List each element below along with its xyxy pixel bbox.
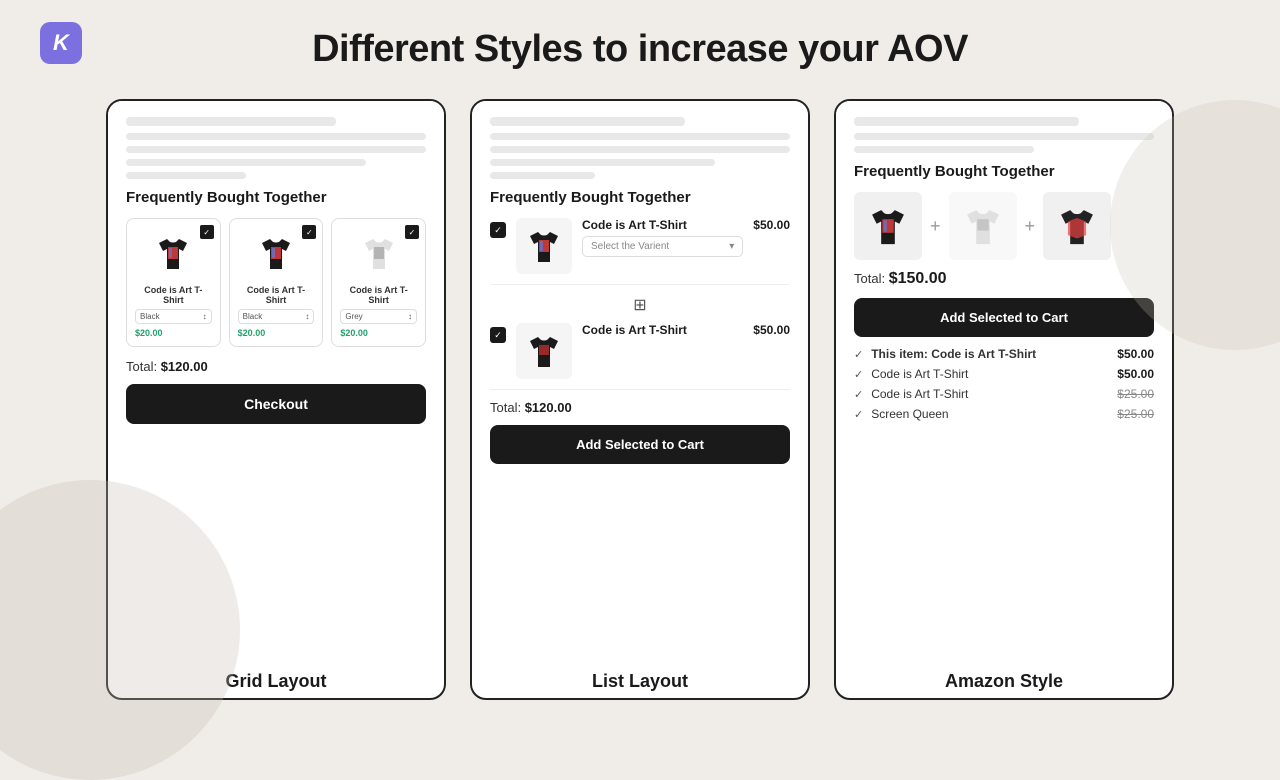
amz-item-price-1: $50.00 (1117, 347, 1154, 361)
plus-icon: ⊞ (490, 295, 790, 315)
list-section-title: Frequently Bought Together (490, 189, 790, 206)
list-item-row: ✓ Code is Art T-Shirt Select the Varient… (490, 218, 790, 285)
list-item-name-1: Code is Art T-Shirt (582, 218, 743, 232)
amz-product-1 (854, 192, 922, 260)
cards-row: Frequently Bought Together ✓ Code is Art… (40, 99, 1240, 700)
list-item-price-2: $50.00 (753, 323, 790, 337)
amz-item-row: ✓ Screen Queen $25.00 (854, 407, 1154, 421)
list-add-cart-button[interactable]: Add Selected to Cart (490, 425, 790, 464)
amz-check-icon-2: ✓ (854, 368, 863, 381)
grid-item-price-2: $20.00 (238, 328, 315, 338)
amazon-items: ✓ This item: Code is Art T-Shirt $50.00 … (854, 347, 1154, 421)
amazon-style-card: Frequently Bought Together + + (834, 99, 1174, 700)
list-item-price-1: $50.00 (753, 218, 790, 232)
amazon-section-title: Frequently Bought Together (854, 163, 1154, 180)
list-layout-card: Frequently Bought Together ✓ Code is Art… (470, 99, 810, 700)
list-info-1: Code is Art T-Shirt Select the Varient ▾ (582, 218, 743, 257)
check-icon-1: ✓ (200, 225, 214, 239)
amz-check-icon-1: ✓ (854, 348, 863, 361)
grid-item-name-3: Code is Art T-Shirt (340, 285, 417, 305)
amazon-add-cart-button[interactable]: Add Selected to Cart (854, 298, 1154, 337)
amazon-label: Amazon Style (836, 657, 1172, 698)
amz-item-name-3: Code is Art T-Shirt (871, 387, 1109, 401)
variant-select[interactable]: Select the Varient ▾ (582, 236, 743, 257)
list-img-1 (516, 218, 572, 274)
amz-check-icon-3: ✓ (854, 388, 863, 401)
list-info-2: Code is Art T-Shirt (582, 323, 743, 341)
grid-item-color-3: Grey (345, 312, 362, 321)
amz-product-3 (1043, 192, 1111, 260)
amz-item-name-4: Screen Queen (871, 407, 1109, 421)
chevron-down-icon: ▾ (729, 241, 734, 252)
list-img-2 (516, 323, 572, 379)
list-total: Total: $120.00 (490, 400, 790, 415)
grid-items: ✓ Code is Art T-Shirt Black ↕ $20.00 (126, 218, 426, 347)
checkout-button[interactable]: Checkout (126, 384, 426, 424)
list-item-name-2: Code is Art T-Shirt (582, 323, 743, 337)
grid-section-title: Frequently Bought Together (126, 189, 426, 206)
amz-plus-2: + (1025, 216, 1036, 237)
amz-product-2 (949, 192, 1017, 260)
grid-label: Grid Layout (108, 657, 444, 698)
amz-item-row: ✓ Code is Art T-Shirt $50.00 (854, 367, 1154, 381)
amz-check-icon-4: ✓ (854, 408, 863, 421)
grid-item-name-1: Code is Art T-Shirt (135, 285, 212, 305)
amz-item-price-3: $25.00 (1117, 387, 1154, 401)
grid-item: ✓ Code is Art T-Shirt Grey ↕ $20.00 (331, 218, 426, 347)
grid-item-price-3: $20.00 (340, 328, 417, 338)
grid-total: Total: $120.00 (126, 359, 426, 374)
amz-item-row: ✓ This item: Code is Art T-Shirt $50.00 (854, 347, 1154, 361)
list-check-2: ✓ (490, 327, 506, 343)
check-icon-3: ✓ (405, 225, 419, 239)
amz-plus-1: + (930, 216, 941, 237)
grid-item: ✓ Code is Art T-Shirt Black ↕ $20.00 (126, 218, 221, 347)
list-check-1: ✓ (490, 222, 506, 238)
amazon-products: + + (854, 192, 1154, 260)
amz-item-name-2: Code is Art T-Shirt (871, 367, 1109, 381)
list-label: List Layout (472, 657, 808, 698)
amz-item-row: ✓ Code is Art T-Shirt $25.00 (854, 387, 1154, 401)
amz-item-price-4: $25.00 (1117, 407, 1154, 421)
check-icon-2: ✓ (302, 225, 316, 239)
grid-item-color-1: Black (140, 312, 160, 321)
amz-item-price-2: $50.00 (1117, 367, 1154, 381)
grid-layout-card: Frequently Bought Together ✓ Code is Art… (106, 99, 446, 700)
grid-item-color-2: Black (243, 312, 263, 321)
page-title: Different Styles to increase your AOV (312, 28, 968, 71)
grid-item-price-1: $20.00 (135, 328, 212, 338)
logo: K (40, 22, 82, 64)
grid-item: ✓ Code is Art T-Shirt Black ↕ $20.00 (229, 218, 324, 347)
amazon-total: Total: $150.00 (854, 270, 1154, 288)
amz-item-name-1: This item: Code is Art T-Shirt (871, 347, 1109, 361)
list-item-row: ✓ Code is Art T-Shirt $50.00 (490, 323, 790, 390)
grid-item-name-2: Code is Art T-Shirt (238, 285, 315, 305)
